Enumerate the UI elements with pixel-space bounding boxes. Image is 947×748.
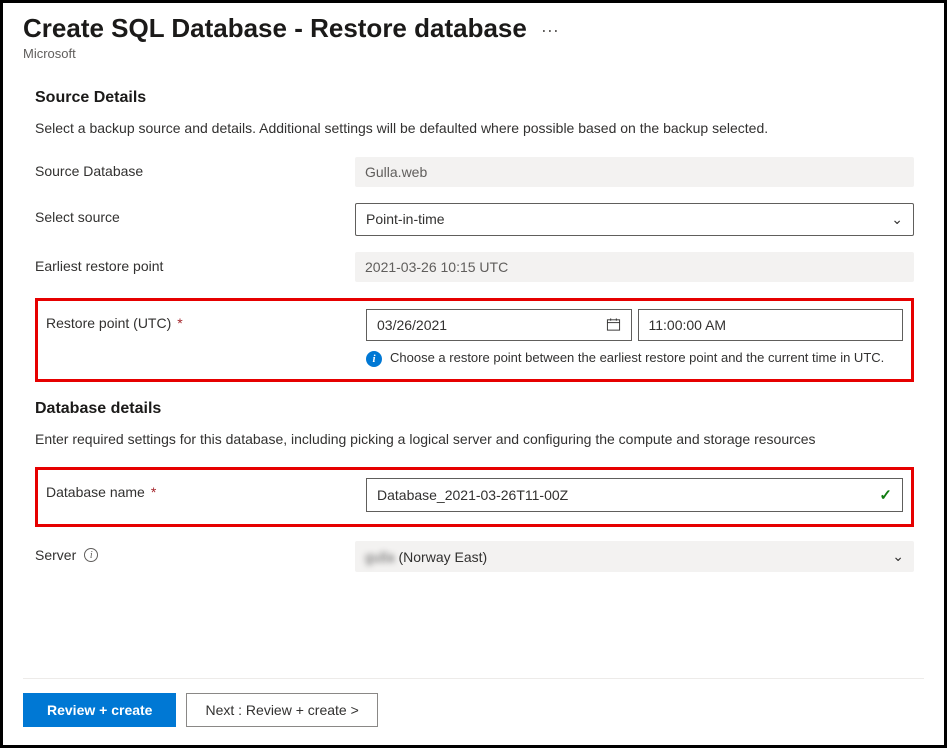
database-name-value: Database_2021-03-26T11-00Z	[377, 487, 568, 503]
restore-point-label: Restore point (UTC)*	[46, 309, 366, 331]
checkmark-icon: ✓	[879, 486, 892, 504]
required-asterisk: *	[177, 315, 182, 331]
restore-time-value: 11:00:00 AM	[649, 317, 727, 333]
restore-point-hint-text: Choose a restore point between the earli…	[390, 349, 884, 367]
server-dropdown[interactable]: gulla (Norway East) ⌄	[355, 541, 914, 572]
info-icon: i	[366, 351, 382, 367]
chevron-down-icon: ⌄	[891, 211, 903, 228]
source-details-description: Select a backup source and details. Addi…	[35, 119, 914, 139]
source-details-section: Source Details Select a backup source an…	[23, 89, 924, 382]
database-details-heading: Database details	[35, 400, 914, 418]
restore-point-highlight: Restore point (UTC)* 03/26/2021 11:00:00…	[35, 298, 914, 382]
info-circle-icon[interactable]: i	[84, 548, 98, 562]
server-row: Server i gulla (Norway East) ⌄	[35, 541, 914, 572]
chevron-down-icon: ⌄	[892, 548, 904, 565]
publisher-label: Microsoft	[23, 46, 924, 61]
restore-database-panel: Create SQL Database - Restore database ·…	[0, 0, 947, 748]
server-region: (Norway East)	[395, 549, 488, 565]
server-label: Server i	[35, 541, 355, 563]
calendar-icon[interactable]	[606, 317, 621, 332]
database-details-section: Database details Enter required settings…	[23, 400, 924, 573]
page-title: Create SQL Database - Restore database	[23, 13, 527, 44]
source-database-value: Gulla.web	[355, 157, 914, 187]
required-asterisk: *	[151, 484, 156, 500]
server-name-hidden: gulla	[365, 549, 395, 565]
database-name-input[interactable]: Database_2021-03-26T11-00Z ✓	[366, 478, 903, 512]
more-actions-icon[interactable]: ···	[541, 16, 559, 41]
database-name-highlight: Database name* Database_2021-03-26T11-00…	[35, 467, 914, 527]
restore-date-value: 03/26/2021	[377, 317, 447, 333]
earliest-restore-value: 2021-03-26 10:15 UTC	[355, 252, 914, 282]
restore-time-input[interactable]: 11:00:00 AM	[638, 309, 904, 341]
select-source-label: Select source	[35, 203, 355, 225]
footer-actions: Review + create Next : Review + create >	[23, 678, 924, 727]
database-name-label: Database name*	[46, 478, 366, 500]
source-database-label: Source Database	[35, 157, 355, 179]
select-source-value: Point-in-time	[366, 211, 445, 227]
header: Create SQL Database - Restore database ·…	[23, 13, 924, 61]
review-create-button[interactable]: Review + create	[23, 693, 176, 727]
source-database-row: Source Database Gulla.web	[35, 157, 914, 187]
database-details-description: Enter required settings for this databas…	[35, 430, 914, 450]
earliest-restore-label: Earliest restore point	[35, 252, 355, 274]
earliest-restore-row: Earliest restore point 2021-03-26 10:15 …	[35, 252, 914, 282]
restore-date-input[interactable]: 03/26/2021	[366, 309, 632, 341]
restore-point-hint: i Choose a restore point between the ear…	[366, 349, 903, 367]
select-source-dropdown[interactable]: Point-in-time ⌄	[355, 203, 914, 236]
select-source-row: Select source Point-in-time ⌄	[35, 203, 914, 236]
source-details-heading: Source Details	[35, 89, 914, 107]
server-value: gulla (Norway East)	[365, 549, 487, 565]
next-button[interactable]: Next : Review + create >	[186, 693, 377, 727]
